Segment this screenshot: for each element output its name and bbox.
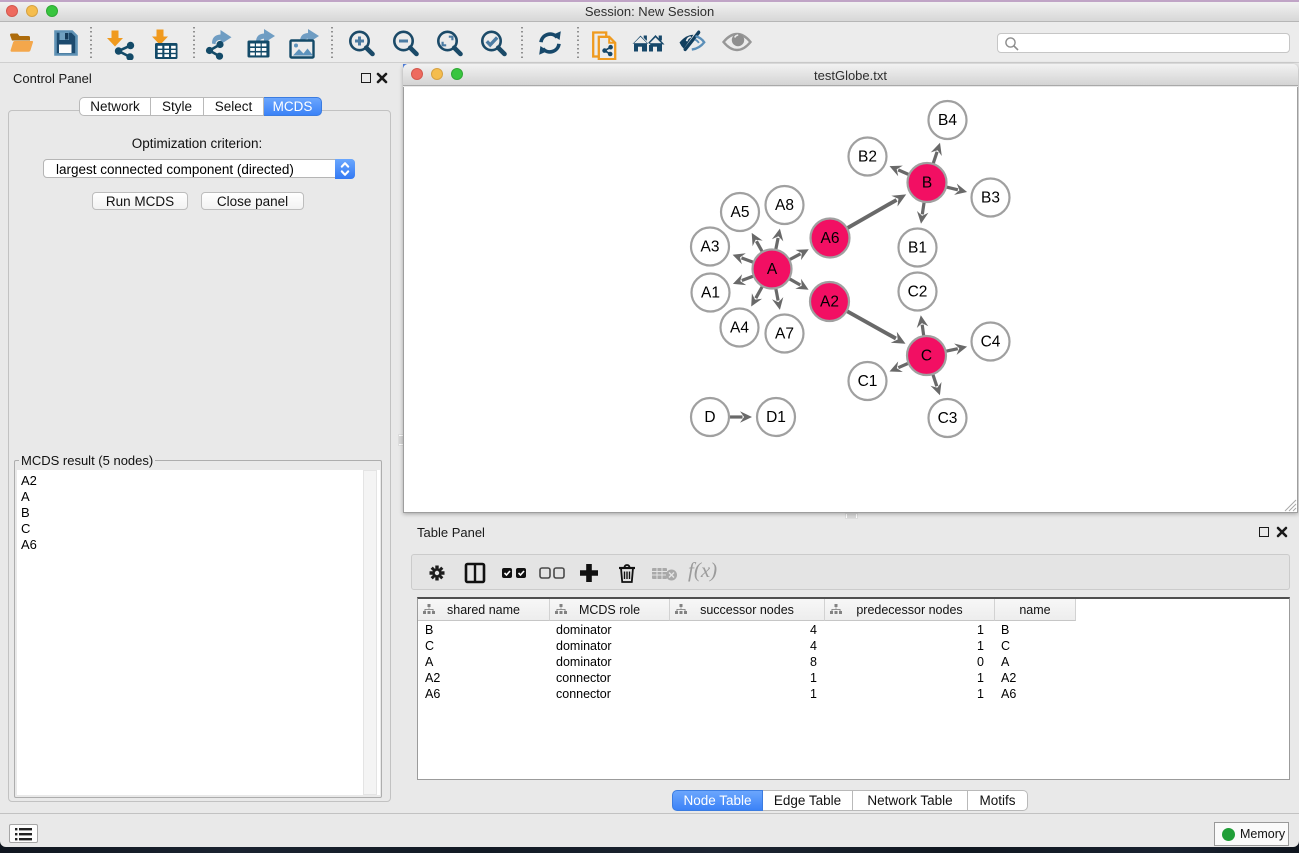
svg-text:A8: A8 bbox=[775, 197, 794, 214]
svg-text:A5: A5 bbox=[731, 204, 750, 221]
svg-text:A3: A3 bbox=[701, 239, 720, 256]
svg-text:A1: A1 bbox=[701, 285, 720, 302]
svg-text:A: A bbox=[767, 261, 778, 278]
svg-text:B4: B4 bbox=[938, 112, 957, 129]
svg-text:A7: A7 bbox=[775, 326, 794, 343]
svg-text:B: B bbox=[922, 175, 932, 192]
svg-text:C2: C2 bbox=[908, 284, 928, 301]
svg-text:B2: B2 bbox=[858, 149, 877, 166]
svg-text:C: C bbox=[921, 348, 932, 365]
svg-text:C3: C3 bbox=[938, 410, 958, 427]
svg-text:A2: A2 bbox=[820, 294, 839, 311]
svg-text:A4: A4 bbox=[730, 320, 749, 337]
svg-text:D: D bbox=[704, 409, 715, 426]
svg-text:D1: D1 bbox=[766, 409, 786, 426]
svg-text:A6: A6 bbox=[821, 230, 840, 247]
svg-text:B1: B1 bbox=[908, 240, 927, 257]
svg-text:C1: C1 bbox=[858, 373, 878, 390]
svg-text:C4: C4 bbox=[981, 334, 1001, 351]
svg-text:B3: B3 bbox=[981, 190, 1000, 207]
